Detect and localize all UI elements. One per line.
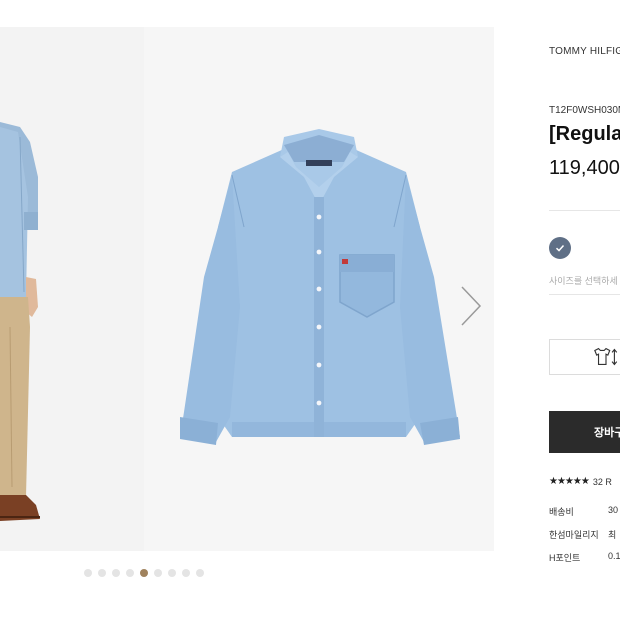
- pagination-dot[interactable]: [196, 569, 204, 577]
- mileage-row: 한섬마일리지 최: [549, 528, 616, 541]
- row-value: 0.1: [608, 551, 620, 561]
- pagination-dot[interactable]: [126, 569, 134, 577]
- pagination-dot[interactable]: [182, 569, 190, 577]
- size-guide-icon: [594, 347, 618, 366]
- review-count: 32 R: [592, 476, 612, 487]
- row-value: 최: [608, 530, 617, 540]
- pagination-dot[interactable]: [154, 569, 162, 577]
- row-label: 한섬마일리지: [549, 530, 599, 540]
- rating-stars: ★★★★★: [549, 476, 590, 487]
- product-code: T12F0WSH030M: [549, 105, 620, 116]
- model-photo: [0, 27, 144, 551]
- pagination-dot[interactable]: [168, 569, 176, 577]
- add-to-cart-button[interactable]: 장바구: [549, 411, 620, 453]
- h-point-row: H포인트 0.1: [549, 551, 620, 564]
- row-label: H포인트: [549, 553, 581, 563]
- color-swatch[interactable]: [549, 237, 571, 259]
- check-icon: [555, 244, 565, 252]
- next-image-arrow[interactable]: [456, 283, 486, 329]
- product-title: [Regula: [549, 123, 620, 145]
- product-gallery: [0, 27, 494, 551]
- pagination-dot[interactable]: [84, 569, 92, 577]
- row-label: 배송비: [549, 507, 574, 517]
- shipping-fee-row: 배송비 30: [549, 505, 618, 518]
- product-rating[interactable]: ★★★★★ 32 R: [549, 476, 612, 487]
- product-price: 119,400: [549, 157, 620, 179]
- gallery-pagination: [84, 569, 204, 577]
- size-select[interactable]: 사이즈를 선택하세: [549, 270, 620, 295]
- pagination-dot[interactable]: [112, 569, 120, 577]
- shirt-photo: [144, 27, 494, 551]
- divider: [549, 210, 620, 211]
- brand-name[interactable]: TOMMY HILFIGE: [549, 46, 620, 57]
- chevron-right-icon: [461, 286, 482, 326]
- product-info: TOMMY HILFIGE T12F0WSH030M [Regula 119,4…: [549, 0, 620, 620]
- pagination-dot[interactable]: [140, 569, 148, 577]
- pagination-dot[interactable]: [98, 569, 106, 577]
- row-value: 30: [608, 505, 619, 515]
- size-guide-button[interactable]: [549, 339, 620, 375]
